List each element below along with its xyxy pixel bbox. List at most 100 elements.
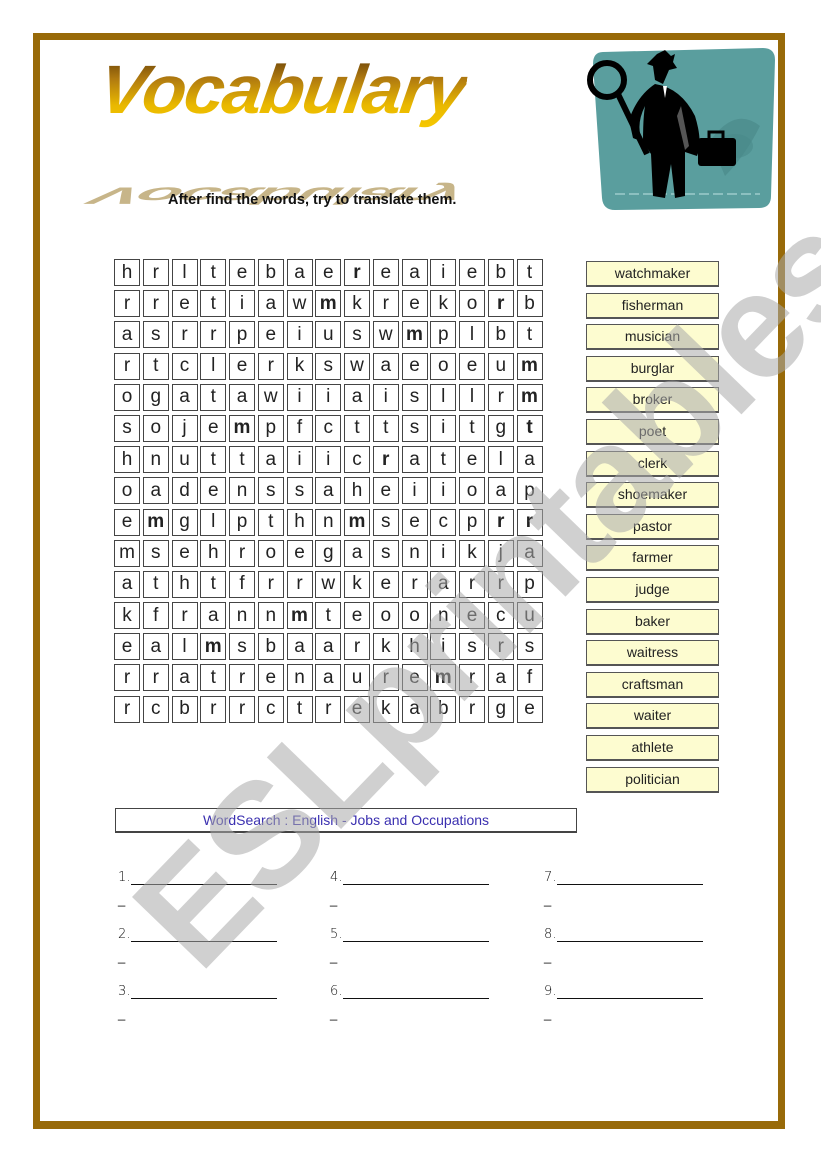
grid-cell[interactable]: e: [200, 414, 227, 442]
grid-cell[interactable]: f: [286, 414, 313, 442]
grid-cell[interactable]: g: [487, 414, 514, 442]
grid-cell[interactable]: a: [401, 695, 428, 723]
grid-cell[interactable]: a: [171, 383, 198, 411]
grid-cell[interactable]: r: [487, 570, 514, 598]
grid-cell[interactable]: e: [315, 259, 342, 286]
grid-cell[interactable]: t: [430, 446, 457, 474]
grid-cell[interactable]: r: [200, 695, 227, 723]
grid-cell[interactable]: a: [229, 383, 255, 411]
grid-cell[interactable]: t: [315, 602, 342, 630]
grid-cell[interactable]: u: [315, 321, 342, 349]
grid-cell[interactable]: k: [430, 290, 457, 318]
grid-cell[interactable]: p: [430, 321, 457, 349]
grid-cell[interactable]: c: [257, 695, 284, 723]
grid-cell[interactable]: i: [286, 383, 313, 411]
grid-cell[interactable]: r: [114, 290, 140, 318]
answer-field[interactable]: 5.: [330, 927, 490, 942]
grid-cell[interactable]: r: [344, 633, 370, 661]
grid-cell[interactable]: t: [459, 414, 485, 442]
grid-cell[interactable]: w: [315, 570, 342, 598]
grid-cell[interactable]: e: [344, 602, 370, 630]
grid-cell[interactable]: b: [487, 259, 514, 286]
grid-cell[interactable]: r: [114, 664, 140, 692]
grid-cell[interactable]: k: [344, 290, 370, 318]
grid-cell[interactable]: h: [286, 508, 313, 536]
grid-cell[interactable]: e: [171, 290, 198, 318]
grid-cell[interactable]: t: [200, 664, 227, 692]
grid-cell[interactable]: k: [286, 352, 313, 380]
grid-cell[interactable]: r: [229, 695, 255, 723]
grid-cell[interactable]: r: [459, 570, 485, 598]
grid-cell[interactable]: s: [286, 477, 313, 505]
grid-cell[interactable]: h: [200, 539, 227, 567]
answer-blank-line[interactable]: [557, 984, 704, 999]
grid-cell[interactable]: r: [372, 664, 399, 692]
grid-cell[interactable]: a: [315, 477, 342, 505]
grid-cell[interactable]: e: [459, 259, 485, 286]
grid-cell[interactable]: r: [142, 259, 169, 286]
grid-cell[interactable]: a: [257, 446, 284, 474]
grid-cell[interactable]: s: [114, 414, 140, 442]
grid-cell[interactable]: a: [257, 290, 284, 318]
grid-cell[interactable]: c: [315, 414, 342, 442]
grid-cell[interactable]: e: [516, 695, 543, 723]
grid-cell[interactable]: u: [171, 446, 198, 474]
grid-cell[interactable]: e: [401, 352, 428, 380]
grid-cell[interactable]: b: [257, 633, 284, 661]
grid-cell[interactable]: b: [430, 695, 457, 723]
grid-cell[interactable]: w: [344, 352, 370, 380]
grid-cell[interactable]: k: [459, 539, 485, 567]
grid-cell[interactable]: p: [516, 477, 543, 505]
answer-field[interactable]: 4.: [330, 870, 490, 885]
grid-cell[interactable]: a: [200, 602, 227, 630]
grid-cell[interactable]: l: [459, 321, 485, 349]
grid-cell[interactable]: n: [286, 664, 313, 692]
grid-cell[interactable]: h: [344, 477, 370, 505]
grid-cell[interactable]: s: [459, 633, 485, 661]
grid-cell[interactable]: s: [344, 321, 370, 349]
grid-cell[interactable]: r: [516, 508, 543, 536]
grid-cell[interactable]: i: [430, 414, 457, 442]
grid-cell[interactable]: a: [114, 570, 140, 598]
answer-blank-line[interactable]: [131, 870, 278, 885]
answer-field[interactable]: 2.: [118, 927, 278, 942]
grid-cell[interactable]: t: [200, 290, 227, 318]
grid-cell[interactable]: t: [142, 570, 169, 598]
grid-cell[interactable]: c: [171, 352, 198, 380]
grid-cell[interactable]: a: [344, 539, 370, 567]
grid-cell[interactable]: b: [257, 259, 284, 286]
grid-cell[interactable]: l: [200, 508, 227, 536]
grid-cell[interactable]: f: [229, 570, 255, 598]
grid-cell[interactable]: r: [200, 321, 227, 349]
grid-cell[interactable]: s: [401, 414, 428, 442]
answer-field[interactable]: 8.: [544, 927, 704, 942]
grid-cell[interactable]: s: [257, 477, 284, 505]
grid-cell[interactable]: s: [229, 633, 255, 661]
grid-cell[interactable]: r: [142, 290, 169, 318]
grid-cell[interactable]: t: [257, 508, 284, 536]
grid-cell[interactable]: o: [459, 477, 485, 505]
grid-cell[interactable]: e: [257, 664, 284, 692]
grid-cell[interactable]: e: [229, 352, 255, 380]
grid-cell[interactable]: a: [401, 259, 428, 286]
grid-cell[interactable]: u: [516, 602, 543, 630]
grid-cell[interactable]: i: [315, 446, 342, 474]
grid-cell[interactable]: a: [142, 633, 169, 661]
grid-cell[interactable]: t: [286, 695, 313, 723]
grid-cell[interactable]: k: [114, 602, 140, 630]
grid-cell[interactable]: n: [401, 539, 428, 567]
grid-cell[interactable]: o: [459, 290, 485, 318]
grid-cell[interactable]: l: [171, 259, 198, 286]
grid-cell[interactable]: o: [430, 352, 457, 380]
grid-cell[interactable]: i: [401, 477, 428, 505]
grid-cell[interactable]: m: [286, 602, 313, 630]
grid-cell[interactable]: r: [401, 570, 428, 598]
grid-cell[interactable]: e: [286, 539, 313, 567]
grid-cell[interactable]: r: [487, 290, 514, 318]
grid-cell[interactable]: w: [372, 321, 399, 349]
grid-cell[interactable]: a: [344, 383, 370, 411]
grid-cell[interactable]: b: [487, 321, 514, 349]
grid-cell[interactable]: a: [142, 477, 169, 505]
grid-cell[interactable]: r: [487, 383, 514, 411]
grid-cell[interactable]: c: [487, 602, 514, 630]
